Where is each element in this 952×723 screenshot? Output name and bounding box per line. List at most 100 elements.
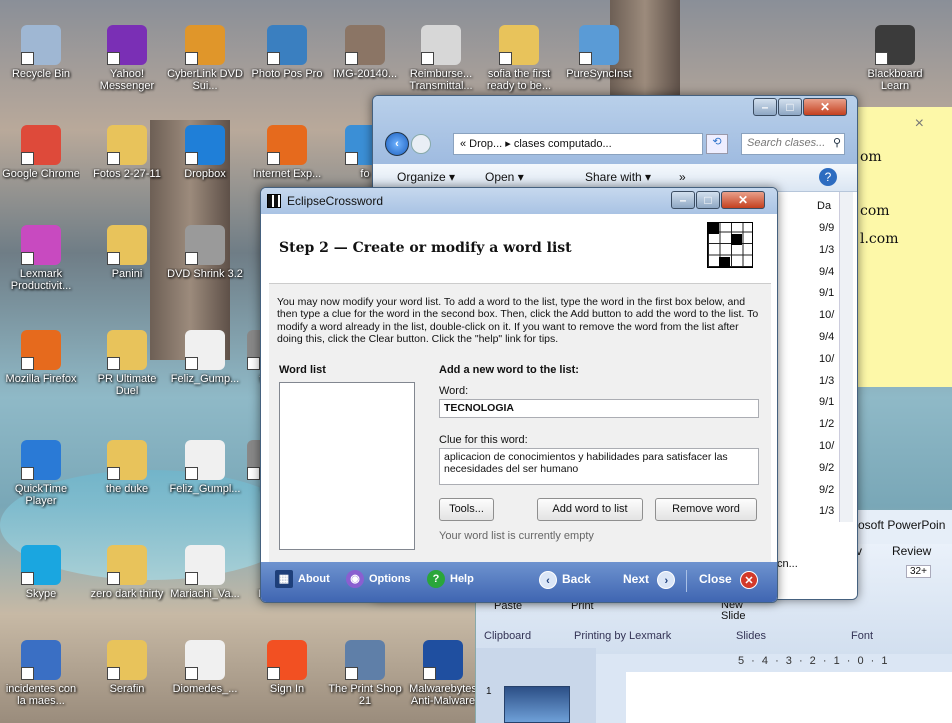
nav-divider xyxy=(686,570,687,592)
ppt-slide-canvas[interactable] xyxy=(626,672,952,723)
organize-button[interactable]: Organize ▾ xyxy=(397,170,455,184)
ppt-ruler: 5 · 4 · 3 · 2 · 1 · 0 · 1 xyxy=(738,655,890,667)
address-bar[interactable]: « Drop... ▸ clases computado... xyxy=(453,133,703,155)
date-cell[interactable]: 9/4 xyxy=(819,331,834,353)
date-cell[interactable]: 9/2 xyxy=(819,462,834,484)
ppt-new-slide[interactable]: New Slide xyxy=(721,600,761,622)
desktop-shortcut[interactable]: Panini xyxy=(88,225,166,294)
date-cell[interactable]: 1/3 xyxy=(819,375,834,397)
date-cell[interactable]: 1/3 xyxy=(819,505,834,527)
remove-word-button[interactable]: Remove word xyxy=(655,498,757,521)
desktop-shortcut[interactable]: CyberLink DVD Sui... xyxy=(166,25,244,94)
open-button[interactable]: Open ▾ xyxy=(485,170,524,184)
date-cell[interactable]: 1/2 xyxy=(819,418,834,440)
date-cell[interactable]: 9/1 xyxy=(819,396,834,418)
partial-file-name[interactable]: cn... xyxy=(777,558,798,570)
desktop-shortcut[interactable]: Blackboard Learn xyxy=(856,25,934,94)
date-cell[interactable]: 9/9 xyxy=(819,222,834,244)
share-button[interactable]: Share with ▾ xyxy=(585,170,651,184)
desktop-shortcut[interactable]: Yahoo! Messenger xyxy=(88,25,166,94)
sticky-note-close[interactable]: × xyxy=(915,115,924,133)
step-body: You may now modify your word list. To ad… xyxy=(269,284,771,574)
help-icon[interactable]: ? xyxy=(819,168,837,186)
desktop-shortcut[interactable]: Internet Exp... xyxy=(248,125,326,194)
explorer-close-button[interactable]: ✕ xyxy=(803,98,847,116)
desktop-shortcut[interactable]: QuickTime Player xyxy=(2,440,80,509)
add-word-button[interactable]: Add word to list xyxy=(537,498,643,521)
desktop-shortcut[interactable]: Lexmark Productivit... xyxy=(2,225,80,294)
date-cell[interactable]: 10/ xyxy=(819,309,834,331)
back-icon[interactable]: ‹ xyxy=(385,132,409,156)
desktop-shortcut[interactable]: incidentes con la maes... xyxy=(2,640,80,709)
desktop-shortcut[interactable]: Mozilla Firefox xyxy=(2,330,80,399)
desktop-shortcut[interactable]: Mariachi_Va... xyxy=(166,545,244,614)
tools-button[interactable]: Tools... xyxy=(439,498,494,521)
forward-icon[interactable] xyxy=(411,134,431,154)
yahoo-messenger-icon xyxy=(107,25,147,65)
ppt-tab-review[interactable]: Review xyxy=(892,544,931,558)
clue-input[interactable]: aplicacion de conocimientos y habilidade… xyxy=(439,448,759,485)
desktop-shortcut[interactable]: the duke xyxy=(88,440,166,509)
word-input[interactable]: TECNOLOGIA xyxy=(439,399,759,418)
vertical-scrollbar[interactable] xyxy=(839,192,853,522)
sticky-note-line: om xyxy=(860,149,882,165)
desktop-shortcut[interactable]: Diomedes_... xyxy=(166,640,244,709)
ppt-slide-thumbnail[interactable] xyxy=(504,686,570,723)
explorer-minimize-button[interactable]: – xyxy=(753,98,777,116)
about-button[interactable]: ▦ About xyxy=(275,562,330,596)
back-label: Back xyxy=(562,572,591,586)
desktop-shortcut[interactable]: The Print Shop 21 xyxy=(326,640,404,709)
desktop-shortcut[interactable]: IMG-20140... xyxy=(326,25,404,94)
desktop-shortcut-label: sofia the first ready to be... xyxy=(486,68,552,92)
desktop-shortcut[interactable]: Google Chrome xyxy=(2,125,80,194)
clue-input-value: aplicacion de conocimientos y habilidade… xyxy=(444,451,728,475)
date-cell[interactable]: 10/ xyxy=(819,440,834,462)
next-button[interactable]: Next › xyxy=(623,562,680,596)
desktop-shortcut[interactable]: Reimburse... Transmittal... xyxy=(402,25,480,94)
date-cell[interactable]: 10/ xyxy=(819,353,834,375)
date-cell[interactable]: 9/2 xyxy=(819,484,834,506)
date-cell[interactable]: 9/4 xyxy=(819,266,834,288)
desktop-shortcut[interactable]: Fotos 2-27-11 xyxy=(88,125,166,194)
date-column-header[interactable]: Da xyxy=(817,200,831,212)
folder-icon xyxy=(107,125,147,165)
ppt-group-printing: Printing by Lexmark xyxy=(574,630,672,642)
dialog-close-button[interactable]: ✕ xyxy=(721,191,765,209)
recycle-bin-icon xyxy=(21,25,61,65)
dialog-minimize-button[interactable]: – xyxy=(671,191,695,209)
refresh-icon[interactable]: ⟲ xyxy=(706,134,728,154)
search-placeholder: Search clases... xyxy=(747,137,826,149)
desktop-shortcut[interactable]: Dropbox xyxy=(166,125,244,194)
word-doc-icon xyxy=(21,640,61,680)
close-wizard-button[interactable]: Close ✕ xyxy=(699,562,763,596)
options-label: Options xyxy=(369,573,411,585)
desktop-shortcut[interactable]: Malwarebytes Anti-Malware xyxy=(404,640,482,709)
desktop-shortcut[interactable]: Skype xyxy=(2,545,80,614)
back-button[interactable]: ‹ Back xyxy=(539,562,591,596)
desktop-shortcut[interactable]: Serafin xyxy=(88,640,166,709)
step-title: Step 2 — Create or modify a word list xyxy=(279,240,572,256)
desktop-shortcut-label: The Print Shop 21 xyxy=(328,683,402,707)
help-button[interactable]: ? Help xyxy=(427,562,474,596)
desktop-shortcut[interactable]: PureSyncInst xyxy=(560,25,638,94)
desktop-shortcut-label: Recycle Bin xyxy=(11,68,71,80)
desktop-shortcut[interactable]: sofia the first ready to be... xyxy=(480,25,558,94)
desktop-shortcut[interactable]: zero dark thirty xyxy=(88,545,166,614)
desktop-shortcut-label: incidentes con la maes... xyxy=(5,683,77,707)
desktop-shortcut[interactable]: Recycle Bin xyxy=(2,25,80,94)
ppt-font-size[interactable]: 32+ xyxy=(906,565,931,578)
back-arrow-icon: ‹ xyxy=(539,570,557,589)
sticky-note[interactable]: × om com l.com xyxy=(848,107,952,387)
more-button[interactable]: » xyxy=(679,170,686,184)
explorer-maximize-button[interactable]: □ xyxy=(778,98,802,116)
desktop-shortcut[interactable]: DVD Shrink 3.2 xyxy=(166,225,244,294)
desktop-shortcut[interactable]: Sign In xyxy=(248,640,326,709)
options-button[interactable]: ◉ Options xyxy=(346,562,411,596)
word-list-box[interactable] xyxy=(279,382,415,550)
desktop-shortcut[interactable]: Photo Pos Pro xyxy=(248,25,326,94)
desktop-shortcut[interactable]: PR Ultimate Duel xyxy=(88,330,166,399)
search-field[interactable]: Search clases... ⚲ xyxy=(741,133,845,155)
date-cell[interactable]: 9/1 xyxy=(819,287,834,309)
date-cell[interactable]: 1/3 xyxy=(819,244,834,266)
dialog-maximize-button[interactable]: □ xyxy=(696,191,720,209)
